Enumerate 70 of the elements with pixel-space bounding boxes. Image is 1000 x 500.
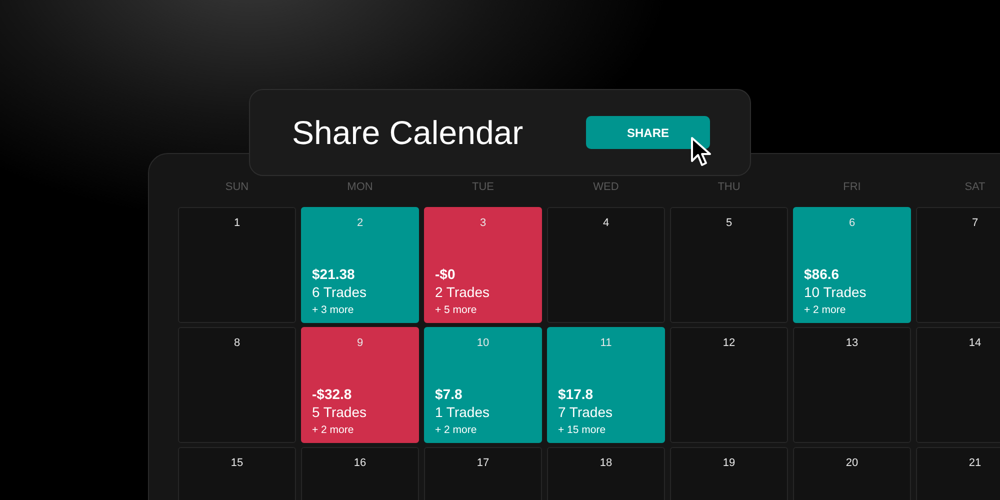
card-title: Share Calendar bbox=[292, 114, 524, 152]
more-link[interactable]: + 2 more bbox=[804, 304, 846, 316]
weekday-label: TUE bbox=[471, 180, 495, 195]
day-number: 19 bbox=[722, 457, 736, 469]
day-cell[interactable]: 8 bbox=[178, 327, 296, 443]
pnl-amount: -$32.8 bbox=[312, 386, 352, 402]
day-cell[interactable]: 21 bbox=[916, 447, 1000, 500]
day-cell[interactable]: 9 -$32.8 5 Trades + 2 more bbox=[301, 327, 419, 443]
day-number: 2 bbox=[356, 217, 364, 229]
day-number: 6 bbox=[848, 217, 856, 229]
day-number: 8 bbox=[234, 337, 240, 349]
day-number: 4 bbox=[602, 217, 610, 229]
day-number: 11 bbox=[600, 337, 612, 349]
day-cell[interactable]: 20 bbox=[793, 447, 911, 500]
day-number: 5 bbox=[726, 217, 732, 229]
day-cell[interactable]: 13 bbox=[793, 327, 911, 443]
day-number: 13 bbox=[846, 337, 858, 349]
day-number: 3 bbox=[480, 217, 486, 229]
pnl-amount: $7.8 bbox=[435, 386, 462, 402]
day-number: 10 bbox=[476, 337, 490, 349]
more-link[interactable]: + 15 more bbox=[558, 424, 606, 436]
day-cell[interactable]: 6 $86.6 10 Trades + 2 more bbox=[793, 207, 911, 323]
day-number: 7 bbox=[972, 217, 978, 229]
day-cell[interactable]: 2 $21.38 6 Trades + 3 more bbox=[301, 207, 419, 323]
day-cell[interactable]: 1 bbox=[178, 207, 296, 323]
day-number: 18 bbox=[600, 457, 612, 469]
share-button[interactable]: SHARE bbox=[586, 116, 710, 149]
more-link[interactable]: + 3 more bbox=[312, 304, 354, 316]
day-number: 15 bbox=[230, 457, 244, 469]
day-number: 16 bbox=[354, 457, 366, 469]
pnl-amount: -$0 bbox=[435, 266, 456, 282]
day-number: 17 bbox=[476, 457, 490, 469]
day-cell[interactable]: 7 bbox=[916, 207, 1000, 323]
day-cell[interactable]: 10 $7.8 1 Trades + 2 more bbox=[424, 327, 542, 443]
more-link[interactable]: + 2 more bbox=[435, 424, 477, 436]
weekday-label: MON bbox=[346, 180, 374, 195]
weekday-label: FRI bbox=[842, 180, 862, 195]
day-number: 14 bbox=[968, 337, 982, 349]
day-cell[interactable]: 19 bbox=[670, 447, 788, 500]
day-cell[interactable]: 11 $17.8 7 Trades + 15 more bbox=[547, 327, 665, 443]
more-link[interactable]: + 2 more bbox=[312, 424, 354, 436]
day-cell[interactable]: 12 bbox=[670, 327, 788, 443]
trade-count: 10 Trades bbox=[804, 284, 866, 300]
day-cell[interactable]: 14 bbox=[916, 327, 1000, 443]
day-cell[interactable]: 3 -$0 2 Trades + 5 more bbox=[424, 207, 542, 323]
day-cell[interactable]: 18 bbox=[547, 447, 665, 500]
trade-count: 5 Trades bbox=[312, 404, 366, 420]
trade-count: 1 Trades bbox=[435, 404, 490, 420]
day-cell[interactable]: 4 bbox=[547, 207, 665, 323]
weekday-label: SAT bbox=[964, 180, 986, 195]
cursor-icon bbox=[690, 136, 714, 168]
weekday-label: THU bbox=[716, 180, 742, 195]
day-cell[interactable]: 5 bbox=[670, 207, 788, 323]
day-cell[interactable]: 16 bbox=[301, 447, 419, 500]
pnl-amount: $86.6 bbox=[804, 266, 840, 282]
pnl-amount: $17.8 bbox=[558, 386, 594, 402]
day-cell[interactable]: 17 bbox=[424, 447, 542, 500]
trade-count: 6 Trades bbox=[312, 284, 366, 300]
weekday-label: WED bbox=[592, 180, 620, 195]
day-number: 20 bbox=[846, 457, 858, 469]
day-number: 21 bbox=[968, 457, 982, 469]
pnl-amount: $21.38 bbox=[312, 266, 355, 282]
weekday-label: SUN bbox=[224, 180, 250, 195]
day-number: 1 bbox=[234, 217, 240, 229]
more-link[interactable]: + 5 more bbox=[435, 304, 477, 316]
day-cell[interactable]: 15 bbox=[178, 447, 296, 500]
trade-count: 7 Trades bbox=[558, 404, 612, 420]
day-number: 9 bbox=[356, 337, 364, 349]
day-number: 12 bbox=[722, 337, 736, 349]
trade-count: 2 Trades bbox=[435, 284, 490, 300]
